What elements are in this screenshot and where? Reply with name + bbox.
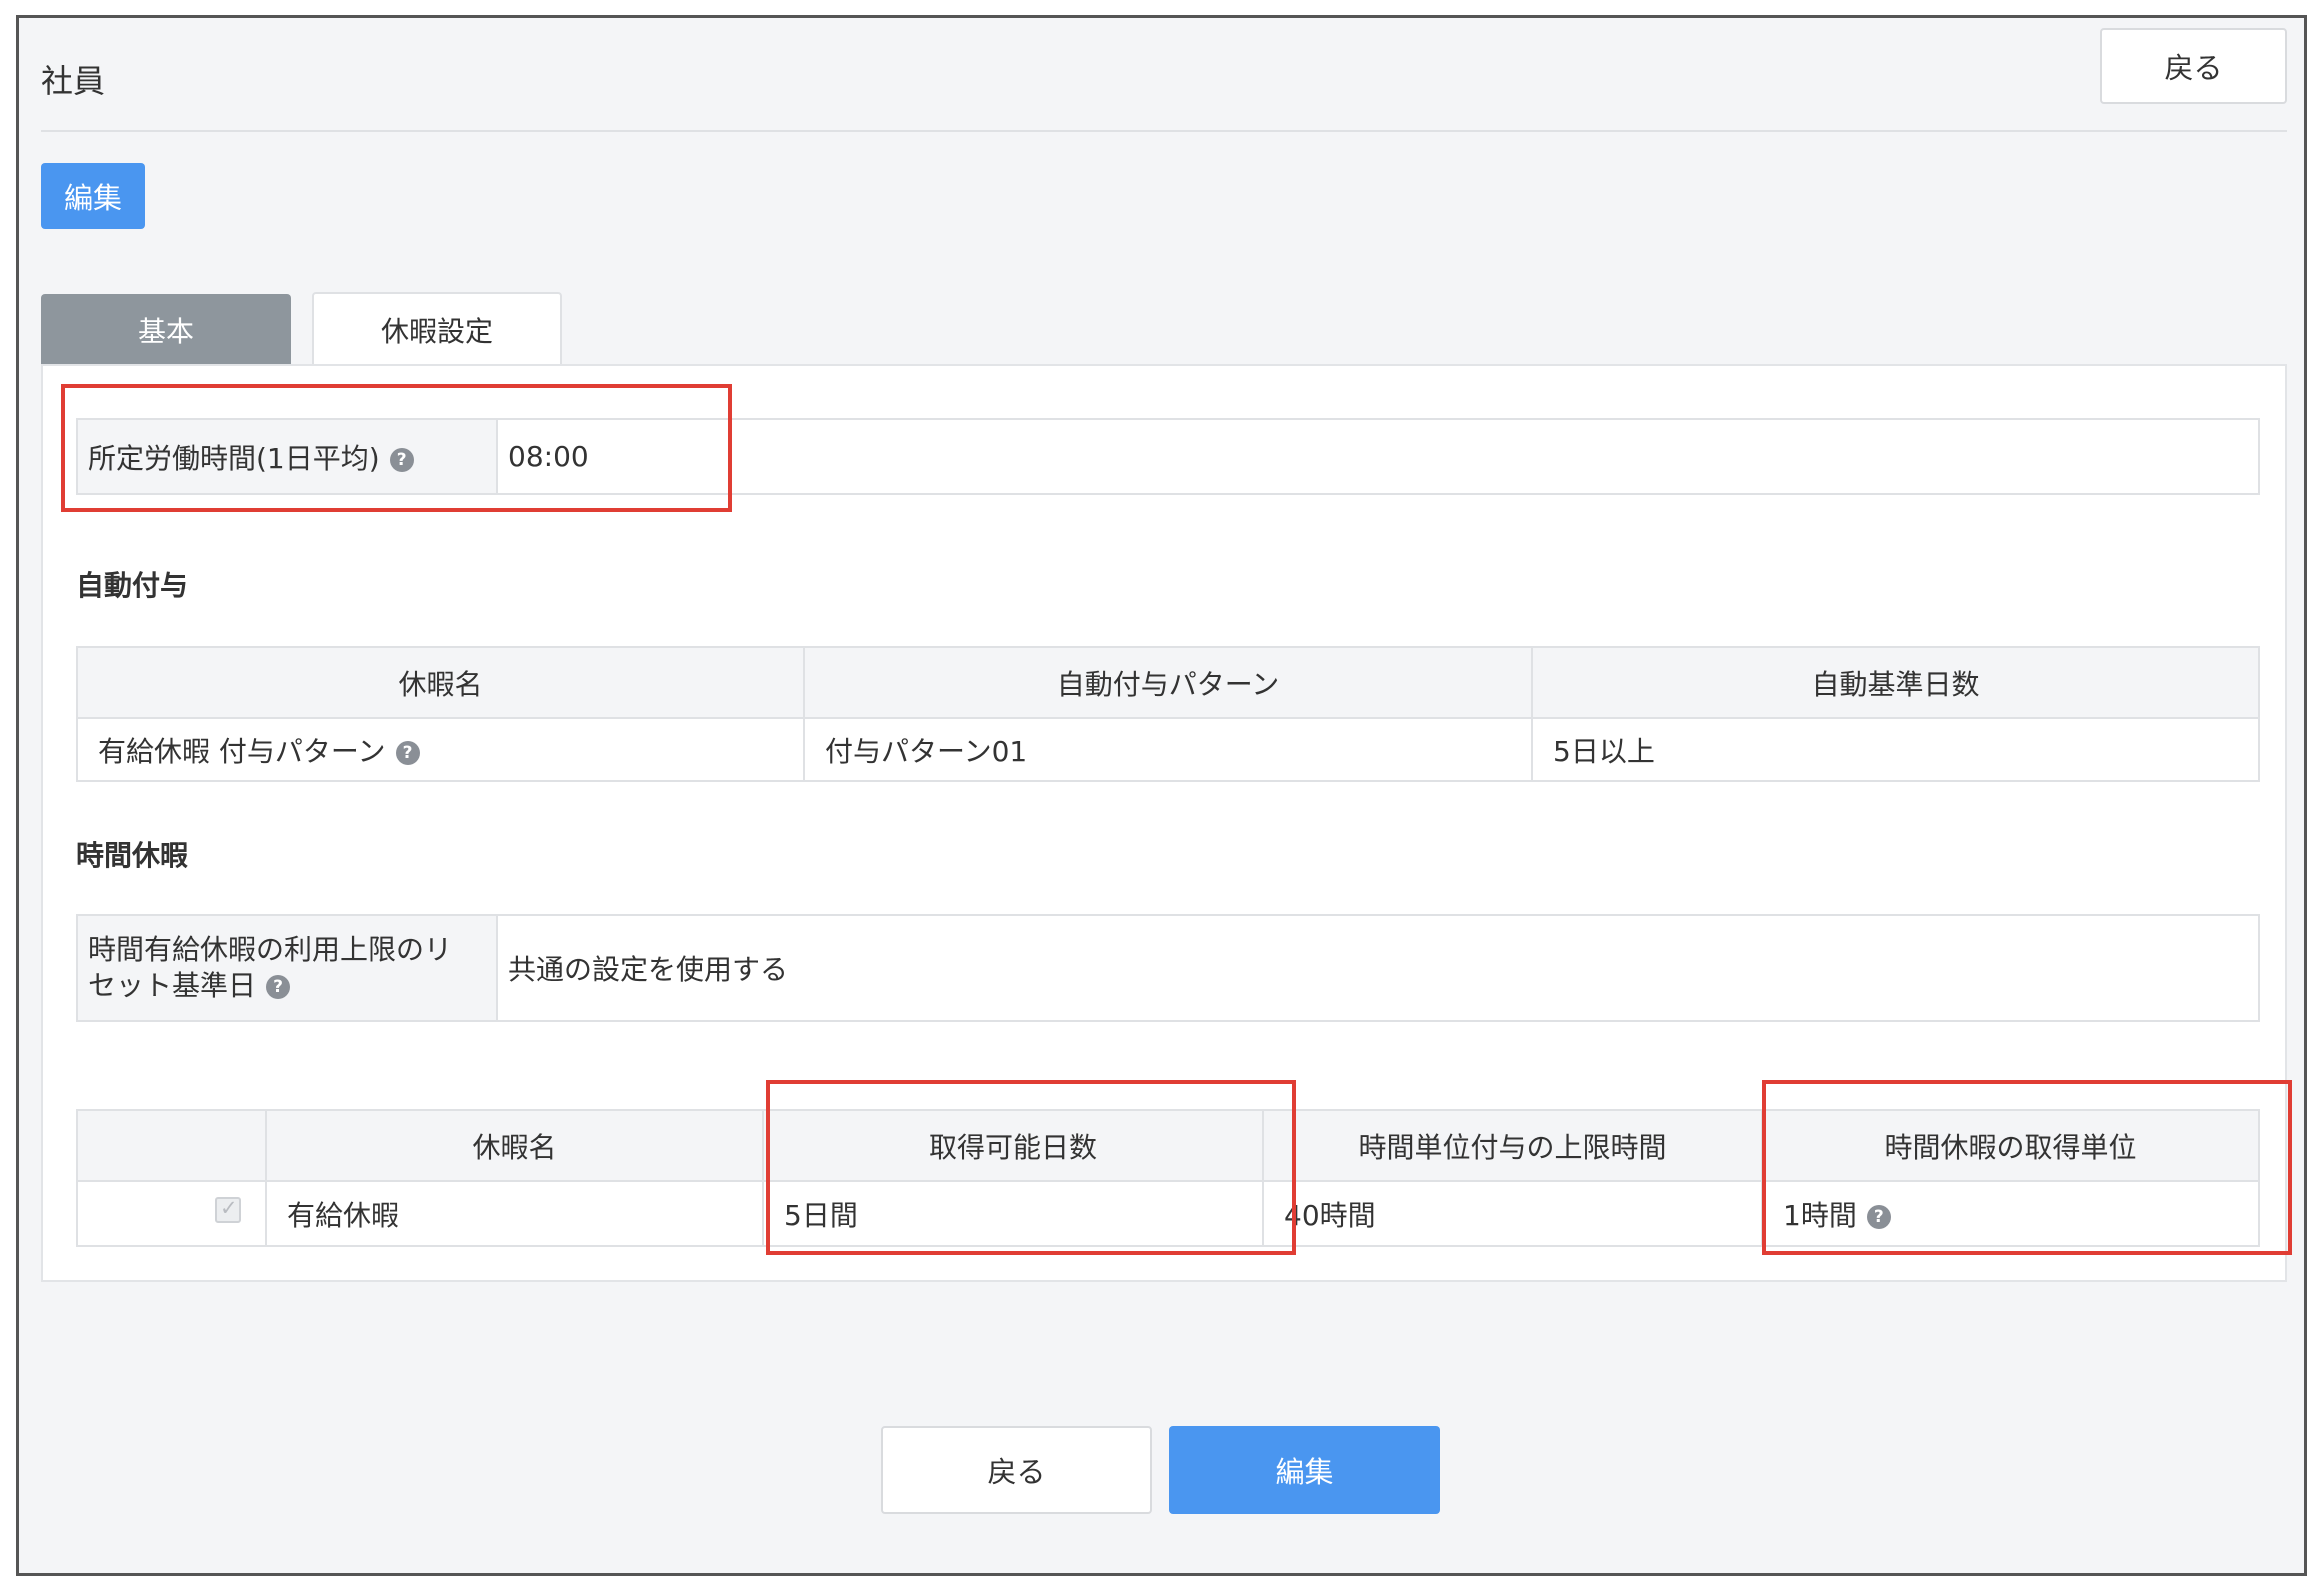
hourly-unit-cell: 1時間? — [1761, 1180, 2260, 1247]
row-checkbox[interactable] — [215, 1196, 241, 1223]
help-icon[interactable]: ? — [395, 740, 420, 765]
max-hours-value: 40時間 — [1262, 1180, 1763, 1247]
header-back-button[interactable]: 戻る — [2100, 28, 2287, 104]
header-divider — [41, 130, 2287, 132]
col-select — [76, 1109, 267, 1182]
table-row: 有給休暇 5日間 40時間 1時間? — [76, 1180, 2260, 1247]
col-auto-grant-pattern: 自動付与パターン — [803, 646, 1533, 719]
auto-grant-pattern: 付与パターン01 — [803, 717, 1533, 782]
help-icon[interactable]: ? — [1866, 1204, 1891, 1229]
col-leave-name: 休暇名 — [265, 1109, 764, 1182]
leave-settings-panel: 所定労働時間(1日平均)? 08:00 自動付与 休暇名 自動付与パターン 自動… — [41, 364, 2292, 1282]
hourly-leave-table: 休暇名 取得可能日数 時間単位付与の上限時間 時間休暇の取得単位 有給休暇 5日… — [76, 1109, 2260, 1247]
tab-basic[interactable]: 基本 — [41, 294, 291, 365]
available-days-value: 5日間 — [762, 1180, 1264, 1247]
reset-date-table: 時間有給休暇の利用上限のリセット基準日? 共通の設定を使用する — [76, 914, 2260, 1022]
auto-grant-name-cell: 有給休暇 付与パターン? — [76, 717, 805, 782]
work-hours-value: 08:00 — [496, 418, 2260, 495]
auto-grant-title: 自動付与 — [76, 569, 189, 602]
page-title: 社員 — [41, 62, 106, 100]
reset-date-label-cell: 時間有給休暇の利用上限のリセット基準日? — [76, 914, 498, 1022]
hourly-leave-name: 有給休暇 — [265, 1180, 764, 1247]
col-leave-name: 休暇名 — [76, 646, 805, 719]
col-max-hours: 時間単位付与の上限時間 — [1262, 1109, 1763, 1182]
work-hours-label: 所定労働時間(1日平均) — [88, 441, 380, 475]
help-icon[interactable]: ? — [389, 447, 414, 472]
work-hours-label-cell: 所定労働時間(1日平均)? — [76, 418, 498, 495]
col-hourly-unit: 時間休暇の取得単位 — [1761, 1109, 2260, 1182]
hourly-leave-title: 時間休暇 — [76, 839, 189, 872]
tab-leave-settings[interactable]: 休暇設定 — [312, 292, 562, 366]
table-row: 有給休暇 付与パターン? 付与パターン01 5日以上 — [76, 717, 2260, 782]
reset-date-value: 共通の設定を使用する — [496, 914, 2260, 1022]
auto-grant-name: 有給休暇 付与パターン — [98, 734, 386, 768]
col-auto-base-days: 自動基準日数 — [1531, 646, 2260, 719]
edit-button-top[interactable]: 編集 — [41, 163, 145, 229]
auto-grant-table: 休暇名 自動付与パターン 自動基準日数 有給休暇 付与パターン? 付与パターン0… — [76, 646, 2260, 782]
window-frame: 社員 戻る 編集 基本 休暇設定 所定労働時間(1日平均)? 08:00 自動付… — [16, 15, 2307, 1576]
select-cell — [76, 1180, 267, 1247]
help-icon[interactable]: ? — [266, 975, 291, 999]
footer-edit-button[interactable]: 編集 — [1169, 1426, 1440, 1514]
work-hours-table: 所定労働時間(1日平均)? 08:00 — [76, 418, 2260, 495]
auto-grant-days: 5日以上 — [1531, 717, 2260, 782]
hourly-unit-value: 1時間 — [1783, 1198, 1857, 1232]
col-available-days: 取得可能日数 — [762, 1109, 1264, 1182]
footer-back-button[interactable]: 戻る — [881, 1426, 1152, 1514]
